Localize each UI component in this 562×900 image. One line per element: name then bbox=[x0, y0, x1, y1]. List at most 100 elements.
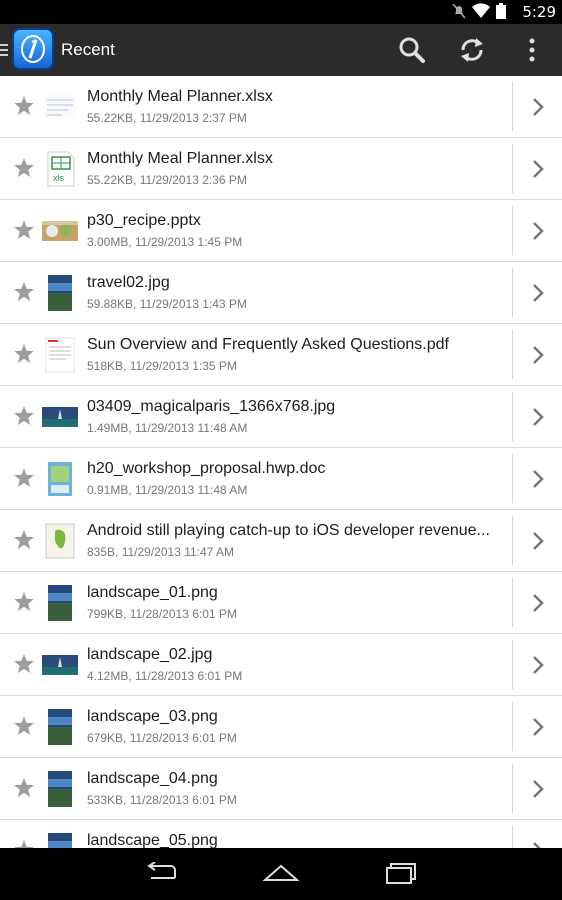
page-title: Recent bbox=[61, 40, 115, 59]
favorite-star-icon[interactable] bbox=[13, 529, 35, 551]
back-icon[interactable] bbox=[145, 862, 179, 884]
file-thumbnail bbox=[42, 337, 78, 373]
favorite-star-icon[interactable] bbox=[13, 343, 35, 365]
row-divider bbox=[512, 392, 513, 441]
status-bar: 5:29 bbox=[0, 0, 562, 24]
row-divider bbox=[512, 82, 513, 131]
file-row[interactable]: landscape_04.png 533KB, 11/28/2013 6:01 P… bbox=[0, 758, 562, 820]
file-row[interactable]: xls Monthly Meal Planner.xlsx 55.22KB, 11/… bbox=[0, 138, 562, 200]
row-divider bbox=[512, 640, 513, 689]
row-divider bbox=[512, 144, 513, 193]
app-bar: Recent bbox=[0, 24, 562, 76]
file-meta: 518KB, 11/29/2013 1:35 PM bbox=[87, 359, 237, 373]
file-thumbnail bbox=[42, 461, 78, 497]
file-name: Sun Overview and Frequently Asked Questi… bbox=[87, 336, 449, 353]
search-icon[interactable] bbox=[398, 36, 426, 64]
favorite-star-icon[interactable] bbox=[13, 405, 35, 427]
favorite-star-icon[interactable] bbox=[13, 157, 35, 179]
file-name: landscape_02.jpg bbox=[87, 646, 213, 663]
chevron-right-icon[interactable] bbox=[530, 158, 546, 180]
file-row[interactable]: Android still playing catch-up to iOS de… bbox=[0, 510, 562, 572]
home-icon[interactable] bbox=[263, 862, 299, 884]
file-name: Monthly Meal Planner.xlsx bbox=[87, 150, 273, 167]
file-meta: 1.49MB, 11/29/2013 11:48 AM bbox=[87, 421, 248, 435]
app-logo-icon[interactable] bbox=[12, 28, 54, 70]
file-meta: 55.22KB, 11/29/2013 2:36 PM bbox=[87, 173, 247, 187]
file-thumbnail bbox=[42, 399, 78, 435]
file-row[interactable]: Monthly Meal Planner.xlsx 55.22KB, 11/29/… bbox=[0, 76, 562, 138]
file-meta: 59.88KB, 11/29/2013 1:43 PM bbox=[87, 297, 247, 311]
file-row[interactable]: h20_workshop_proposal.hwp.doc 0.91MB, 11/… bbox=[0, 448, 562, 510]
file-name: p30_recipe.pptx bbox=[87, 212, 201, 229]
row-divider bbox=[512, 516, 513, 565]
file-row[interactable]: landscape_01.png 799KB, 11/28/2013 6:01 P… bbox=[0, 572, 562, 634]
file-row[interactable]: landscape_05.png7... bbox=[0, 820, 562, 848]
file-row[interactable]: p30_recipe.pptx 3.00MB, 11/29/2013 1:45 P… bbox=[0, 200, 562, 262]
file-meta: 0.91MB, 11/29/2013 11:48 AM bbox=[87, 483, 248, 497]
row-divider bbox=[512, 578, 513, 627]
file-name: Monthly Meal Planner.xlsx bbox=[87, 88, 273, 105]
file-thumbnail bbox=[42, 647, 78, 683]
favorite-star-icon[interactable] bbox=[13, 777, 35, 799]
favorite-star-icon[interactable] bbox=[13, 467, 35, 489]
favorite-star-icon[interactable] bbox=[13, 281, 35, 303]
file-row[interactable]: landscape_02.jpg 4.12MB, 11/28/2013 6:01 … bbox=[0, 634, 562, 696]
chevron-right-icon[interactable] bbox=[530, 282, 546, 304]
drawer-indicator-icon[interactable] bbox=[0, 44, 8, 59]
chevron-right-icon[interactable] bbox=[530, 406, 546, 428]
favorite-star-icon[interactable] bbox=[13, 839, 35, 848]
favorite-star-icon[interactable] bbox=[13, 95, 35, 117]
file-meta: 835B, 11/29/2013 11:47 AM bbox=[87, 545, 235, 559]
row-divider bbox=[512, 330, 513, 379]
status-icons bbox=[452, 3, 506, 19]
favorite-star-icon[interactable] bbox=[13, 653, 35, 675]
file-name: h20_workshop_proposal.hwp.doc bbox=[87, 460, 326, 477]
file-row[interactable]: landscape_03.png 679KB, 11/28/2013 6:01 P… bbox=[0, 696, 562, 758]
file-name: Android still playing catch-up to iOS de… bbox=[87, 522, 490, 539]
chevron-right-icon[interactable] bbox=[530, 778, 546, 800]
file-name: 03409_magicalparis_1366x768.jpg bbox=[87, 398, 336, 415]
favorite-star-icon[interactable] bbox=[13, 219, 35, 241]
file-thumbnail bbox=[42, 709, 78, 745]
chevron-right-icon[interactable] bbox=[530, 530, 546, 552]
favorite-star-icon[interactable] bbox=[13, 715, 35, 737]
file-row[interactable]: Sun Overview and Frequently Asked Questi… bbox=[0, 324, 562, 386]
wifi-icon bbox=[472, 3, 490, 19]
chevron-right-icon[interactable] bbox=[530, 840, 546, 848]
file-meta: 3.00MB, 11/29/2013 1:45 PM bbox=[87, 235, 243, 249]
file-row[interactable]: 03409_magicalparis_1366x768.jpg 1.49MB, 1… bbox=[0, 386, 562, 448]
chevron-right-icon[interactable] bbox=[530, 716, 546, 738]
file-name: travel02.jpg bbox=[87, 274, 170, 291]
battery-icon bbox=[496, 3, 506, 19]
row-divider bbox=[512, 206, 513, 255]
sync-icon[interactable] bbox=[458, 36, 486, 64]
chevron-right-icon[interactable] bbox=[530, 592, 546, 614]
recents-icon[interactable] bbox=[385, 862, 417, 884]
chevron-right-icon[interactable] bbox=[530, 220, 546, 242]
row-divider bbox=[512, 454, 513, 503]
clock: 5:29 bbox=[522, 3, 556, 21]
file-thumbnail bbox=[42, 275, 78, 311]
chevron-right-icon[interactable] bbox=[530, 654, 546, 676]
file-row[interactable]: travel02.jpg 59.88KB, 11/29/2013 1:43 PM bbox=[0, 262, 562, 324]
file-meta: 799KB, 11/28/2013 6:01 PM bbox=[87, 607, 237, 621]
file-meta: 533KB, 11/28/2013 6:01 PM bbox=[87, 793, 237, 807]
file-name: landscape_01.png bbox=[87, 584, 218, 601]
chevron-right-icon[interactable] bbox=[530, 468, 546, 490]
file-thumbnail bbox=[42, 89, 78, 125]
file-meta: 55.22KB, 11/29/2013 2:37 PM bbox=[87, 111, 247, 125]
file-thumbnail bbox=[42, 213, 78, 249]
file-meta: 4.12MB, 11/28/2013 6:01 PM bbox=[87, 669, 243, 683]
file-thumbnail bbox=[42, 585, 78, 621]
overflow-menu-icon[interactable] bbox=[518, 36, 546, 64]
favorite-star-icon[interactable] bbox=[13, 591, 35, 613]
chevron-right-icon[interactable] bbox=[530, 96, 546, 118]
file-name: landscape_03.png bbox=[87, 708, 218, 725]
notification-muted-icon bbox=[452, 3, 466, 19]
row-divider bbox=[512, 764, 513, 813]
file-thumbnail bbox=[42, 523, 78, 559]
chevron-right-icon[interactable] bbox=[530, 344, 546, 366]
file-thumbnail bbox=[42, 833, 78, 848]
svg-text:xls: xls bbox=[53, 173, 64, 183]
file-thumbnail bbox=[42, 771, 78, 807]
